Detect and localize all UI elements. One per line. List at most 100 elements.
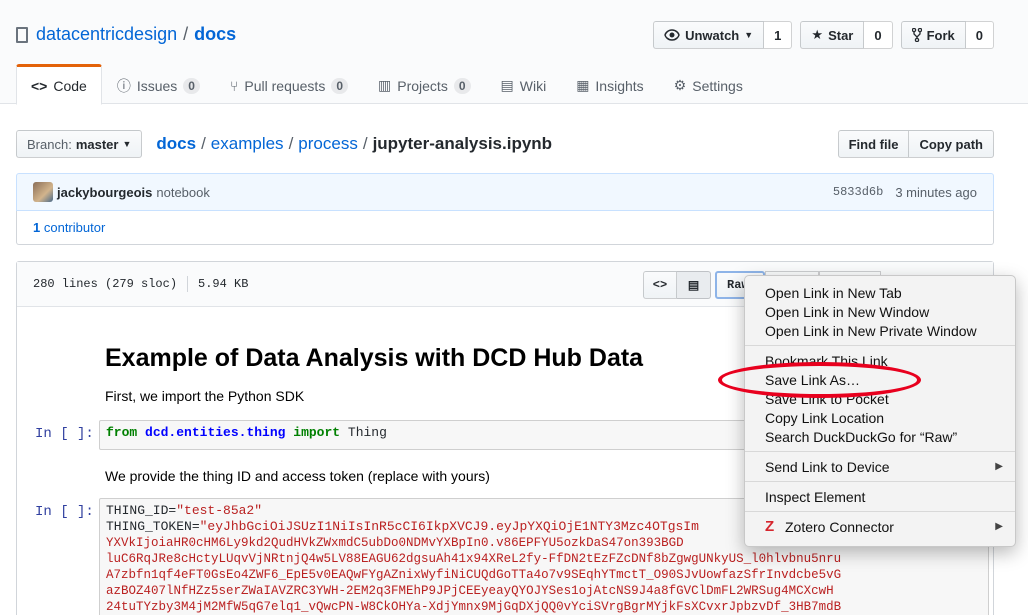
divider <box>187 276 189 292</box>
tab-settings[interactable]: ⚙ Settings <box>659 64 758 105</box>
branch-select-button[interactable]: Branch: master ▼ <box>16 130 143 158</box>
unwatch-button[interactable]: Unwatch ▼ <box>653 21 765 49</box>
token-line: azBOZ407lNfHZz5serZWaIAVZRC3YWH-2EM2q3FM… <box>106 584 834 598</box>
menu-save-link-as[interactable]: Save Link As… <box>745 370 1015 389</box>
token-line: 24tuTYzby3M4jM2MfW5qG7elq1_vQwcPN-W8CkOH… <box>106 600 842 614</box>
repo-owner-link[interactable]: datacentricdesign <box>36 24 177 45</box>
issues-counter: 0 <box>183 77 200 94</box>
file-nav-actions: Find file Copy path <box>837 130 994 158</box>
commit-message[interactable]: notebook <box>156 185 210 200</box>
fork-icon <box>911 28 922 42</box>
breadcrumb-separator: / <box>288 134 294 153</box>
tab-pull-requests[interactable]: ⑂ Pull requests 0 <box>215 64 363 105</box>
tab-issues-label: Issues <box>136 77 178 94</box>
token-line: luC6RqJRe8cHctyLUqvVjNRtnjQ4w5LV88EAGU62… <box>106 552 842 566</box>
watch-count[interactable]: 1 <box>764 21 793 49</box>
menu-separator <box>745 451 1015 452</box>
file-navigation: Branch: master ▼ docs / examples / proce… <box>16 130 994 158</box>
commit-tease: jackybourgeois notebook 5833d6b 3 minute… <box>16 173 994 211</box>
commit-time: 3 minutes ago <box>895 184 977 200</box>
menu-inspect-element[interactable]: Inspect Element <box>745 487 1015 506</box>
menu-open-new-tab[interactable]: Open Link in New Tab <box>745 283 1015 302</box>
context-menu: Open Link in New Tab Open Link in New Wi… <box>744 275 1016 547</box>
string-thing-token: "eyJhbGciOiJSUzI1NiIsInR5cCI6IkpXVCJ9.ey… <box>199 519 699 534</box>
module-name: dcd.entities.thing <box>145 425 286 440</box>
code-icon: <> <box>31 77 48 94</box>
menu-open-new-window[interactable]: Open Link in New Window <box>745 302 1015 321</box>
tab-code[interactable]: <> Code <box>16 64 102 105</box>
breadcrumb-separator: / <box>201 134 206 153</box>
keyword-from: from <box>106 425 138 440</box>
menu-search-duckduckgo[interactable]: Search DuckDuckGo for “Raw” <box>745 427 1015 446</box>
contributors-link[interactable]: 1 contributor <box>16 211 994 245</box>
star-label: Star <box>828 27 854 43</box>
string-thing-id: "test-85a2" <box>176 503 263 518</box>
tab-projects[interactable]: ▥ Projects 0 <box>363 64 486 105</box>
file-icon: ▤ <box>687 278 700 293</box>
repo-header: datacentricdesign / docs Unwatch ▼ 1 ★ S… <box>0 0 1028 105</box>
commit-author[interactable]: jackybourgeois <box>57 185 152 200</box>
tab-issues[interactable]: ⓘ Issues 0 <box>102 64 215 105</box>
breadcrumb-current-file: jupyter-analysis.ipynb <box>372 134 553 153</box>
menu-open-private-window[interactable]: Open Link in New Private Window <box>745 321 1015 340</box>
rendered-view-button[interactable]: ▤ <box>677 271 711 299</box>
fork-label: Fork <box>926 27 955 43</box>
zotero-icon: Z <box>765 517 775 535</box>
submenu-arrow-icon: ▶ <box>995 521 1003 532</box>
star-icon: ★ <box>811 27 824 42</box>
commit-sha[interactable]: 5833d6b <box>833 185 883 200</box>
branch-name: master <box>75 136 119 152</box>
unwatch-label: Unwatch <box>685 27 740 43</box>
tab-insights[interactable]: ▦ Insights <box>561 64 658 105</box>
fork-button[interactable]: Fork <box>900 21 966 49</box>
notebook-intro: First, we import the Python SDK <box>105 388 305 404</box>
copy-path-button[interactable]: Copy path <box>909 130 994 158</box>
fork-count[interactable]: 0 <box>965 21 994 49</box>
menu-zotero-connector[interactable]: Z Zotero Connector ▶ <box>745 517 1015 536</box>
find-file-button[interactable]: Find file <box>837 130 910 158</box>
menu-send-link-label: Send Link to Device <box>765 458 890 475</box>
file-size: 5.94 KB <box>198 277 249 291</box>
menu-send-link-to-device[interactable]: Send Link to Device ▶ <box>745 457 1015 476</box>
caret-down-icon: ▼ <box>122 139 132 149</box>
menu-bookmark-link[interactable]: Bookmark This Link <box>745 351 1015 370</box>
breadcrumb-examples[interactable]: examples <box>211 134 284 154</box>
breadcrumb: docs / examples / process / jupyter-anal… <box>156 134 552 154</box>
menu-separator <box>745 511 1015 512</box>
breadcrumb-docs[interactable]: docs <box>156 134 196 154</box>
code-view-button[interactable]: <> <box>643 271 677 299</box>
tab-insights-label: Insights <box>595 77 644 94</box>
tab-code-label: Code <box>53 77 87 94</box>
repo-book-icon <box>16 26 28 43</box>
repo-separator: / <box>183 24 189 44</box>
cell-prompt: In [ ]: <box>35 504 94 520</box>
breadcrumb-process[interactable]: process <box>298 134 358 154</box>
tab-projects-label: Projects <box>397 77 448 94</box>
commit-meta: 5833d6b 3 minutes ago <box>833 185 977 200</box>
breadcrumb-separator: / <box>362 134 368 153</box>
tab-wiki-label: Wiki <box>519 77 547 94</box>
star-button[interactable]: ★ Star <box>800 21 865 49</box>
repo-name-link[interactable]: docs <box>194 24 236 45</box>
project-icon: ▥ <box>378 77 392 93</box>
avatar[interactable] <box>33 182 53 202</box>
pull-request-icon: ⑂ <box>229 77 239 94</box>
notebook-text-token: We provide the thing ID and access token… <box>105 468 490 484</box>
import-name: Thing <box>347 425 387 440</box>
star-count[interactable]: 0 <box>864 21 893 49</box>
tab-wiki[interactable]: ▤ Wiki <box>486 64 562 105</box>
watch-group: Unwatch ▼ 1 <box>653 21 793 49</box>
menu-save-to-pocket[interactable]: Save Link to Pocket <box>745 389 1015 408</box>
menu-separator <box>745 345 1015 346</box>
fork-group: Fork 0 <box>900 21 994 49</box>
pull-requests-counter: 0 <box>331 77 349 94</box>
menu-copy-link-location[interactable]: Copy Link Location <box>745 408 1015 427</box>
caret-down-icon: ▼ <box>744 30 754 40</box>
gear-icon: ⚙ <box>673 77 687 93</box>
var-thing-token: THING_TOKEN= <box>106 519 200 534</box>
file-lines: 280 lines (279 sloc) <box>33 277 178 291</box>
tab-pull-requests-label: Pull requests <box>244 77 326 94</box>
star-group: ★ Star 0 <box>800 21 893 49</box>
view-toggle: <> ▤ <box>643 271 711 299</box>
projects-counter: 0 <box>453 77 471 94</box>
